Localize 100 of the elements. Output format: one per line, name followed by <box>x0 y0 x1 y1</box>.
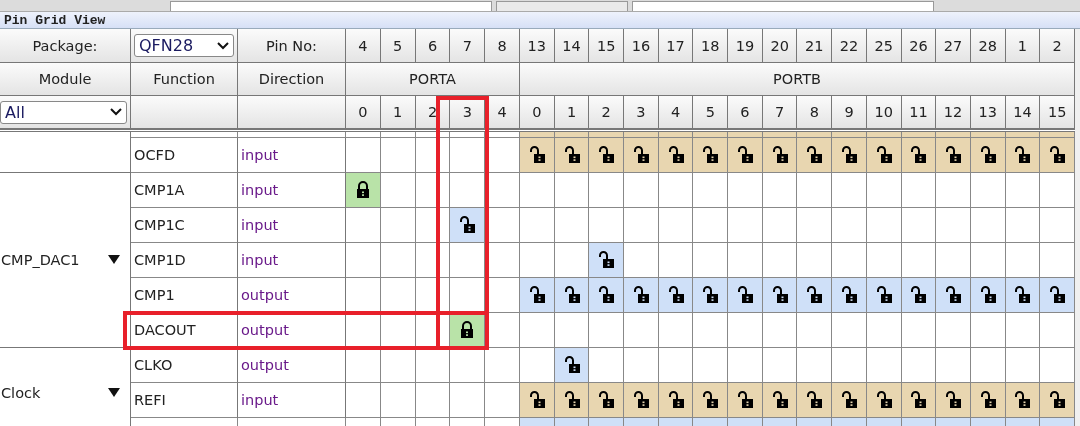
pin-cell[interactable] <box>936 173 971 208</box>
pin-cell[interactable] <box>346 138 381 173</box>
pin-cell[interactable] <box>346 278 381 313</box>
pin-cell[interactable] <box>485 348 520 383</box>
pin-cell[interactable] <box>762 173 798 208</box>
pin-cell[interactable] <box>1040 313 1075 348</box>
pin-cell[interactable] <box>866 173 902 208</box>
pin-cell[interactable] <box>797 173 833 208</box>
pin-cell[interactable] <box>520 348 555 383</box>
pin-cell[interactable] <box>832 278 867 313</box>
pin-cell[interactable] <box>658 313 694 348</box>
pin-cell[interactable] <box>520 208 555 243</box>
pin-cell[interactable] <box>1040 132 1075 138</box>
pin-cell[interactable] <box>762 278 798 313</box>
pin-cell[interactable] <box>797 278 833 313</box>
pin-cell[interactable] <box>728 208 763 243</box>
pin-cell[interactable] <box>901 243 937 278</box>
pin-cell[interactable] <box>658 243 694 278</box>
pin-cell[interactable] <box>901 132 937 138</box>
pin-cell[interactable] <box>520 383 555 418</box>
pin-cell[interactable] <box>554 278 590 313</box>
pin-cell[interactable] <box>658 278 694 313</box>
pin-cell[interactable] <box>624 138 659 173</box>
pin-cell[interactable] <box>346 243 381 278</box>
pin-cell[interactable] <box>1005 132 1041 138</box>
pin-cell[interactable] <box>1005 138 1041 173</box>
pin-cell[interactable] <box>415 383 451 418</box>
pin-cell[interactable] <box>693 132 729 138</box>
pin-cell[interactable] <box>728 383 763 418</box>
pin-cell[interactable] <box>728 132 763 138</box>
pin-cell[interactable] <box>901 348 937 383</box>
pin-cell[interactable] <box>936 348 971 383</box>
pin-cell[interactable] <box>866 208 902 243</box>
pin-cell[interactable] <box>380 383 416 418</box>
pin-cell[interactable] <box>728 173 763 208</box>
pin-cell[interactable] <box>936 383 971 418</box>
pin-cell[interactable] <box>520 313 555 348</box>
pin-cell[interactable] <box>832 173 867 208</box>
pin-cell[interactable] <box>693 138 729 173</box>
pin-cell[interactable] <box>762 243 798 278</box>
pin-cell[interactable] <box>589 348 625 383</box>
pin-cell[interactable] <box>450 132 486 138</box>
pin-cell[interactable] <box>1040 173 1075 208</box>
pin-cell[interactable] <box>797 208 833 243</box>
pin-cell[interactable] <box>728 138 763 173</box>
pin-cell[interactable] <box>970 173 1006 208</box>
pin-cell[interactable] <box>762 348 798 383</box>
pin-cell[interactable] <box>866 348 902 383</box>
pin-cell[interactable] <box>658 173 694 208</box>
pin-cell[interactable] <box>624 348 659 383</box>
pin-cell[interactable] <box>554 243 590 278</box>
pin-cell[interactable] <box>380 243 416 278</box>
pin-cell[interactable] <box>936 278 971 313</box>
pin-cell[interactable] <box>936 243 971 278</box>
pin-cell[interactable] <box>380 173 416 208</box>
pin-cell[interactable] <box>832 208 867 243</box>
pin-cell[interactable] <box>1005 243 1041 278</box>
pin-cell[interactable] <box>832 243 867 278</box>
pin-cell[interactable] <box>589 138 625 173</box>
pin-cell[interactable] <box>554 173 590 208</box>
pin-cell[interactable] <box>901 208 937 243</box>
pin-cell[interactable] <box>797 138 833 173</box>
pin-cell[interactable] <box>936 208 971 243</box>
pin-cell[interactable] <box>901 383 937 418</box>
pin-cell[interactable] <box>1005 278 1041 313</box>
pin-cell[interactable] <box>589 383 625 418</box>
pin-cell[interactable] <box>520 278 555 313</box>
pin-cell[interactable] <box>1005 313 1041 348</box>
pin-cell[interactable] <box>554 138 590 173</box>
pin-cell[interactable] <box>693 173 729 208</box>
package-dropdown[interactable]: QFN28 <box>134 34 234 57</box>
pin-cell[interactable] <box>832 383 867 418</box>
pin-cell[interactable] <box>901 138 937 173</box>
pin-cell[interactable] <box>589 208 625 243</box>
pin-cell[interactable] <box>693 313 729 348</box>
module-filter-dropdown[interactable]: All <box>0 100 127 124</box>
pin-cell[interactable] <box>832 132 867 138</box>
pin-cell[interactable] <box>1005 383 1041 418</box>
pin-cell[interactable] <box>624 278 659 313</box>
pin-cell[interactable] <box>832 138 867 173</box>
pin-cell[interactable] <box>554 208 590 243</box>
pin-cell[interactable] <box>693 208 729 243</box>
pin-cell[interactable] <box>658 138 694 173</box>
expanded-triangle-icon[interactable] <box>108 255 120 265</box>
pin-cell[interactable] <box>1040 348 1075 383</box>
pin-cell[interactable] <box>346 208 381 243</box>
expanded-triangle-icon[interactable] <box>108 387 120 398</box>
pin-cell[interactable] <box>728 243 763 278</box>
pin-cell[interactable] <box>1005 208 1041 243</box>
pin-cell[interactable] <box>693 278 729 313</box>
pin-cell[interactable] <box>485 383 520 418</box>
pin-cell[interactable] <box>970 208 1006 243</box>
pin-cell[interactable] <box>1005 348 1041 383</box>
pin-cell[interactable] <box>693 243 729 278</box>
pin-cell[interactable] <box>658 348 694 383</box>
pin-cell[interactable] <box>901 313 937 348</box>
pin-cell[interactable] <box>624 173 659 208</box>
pin-cell[interactable] <box>346 132 381 138</box>
pin-cell[interactable] <box>658 132 694 138</box>
pin-cell[interactable] <box>797 348 833 383</box>
